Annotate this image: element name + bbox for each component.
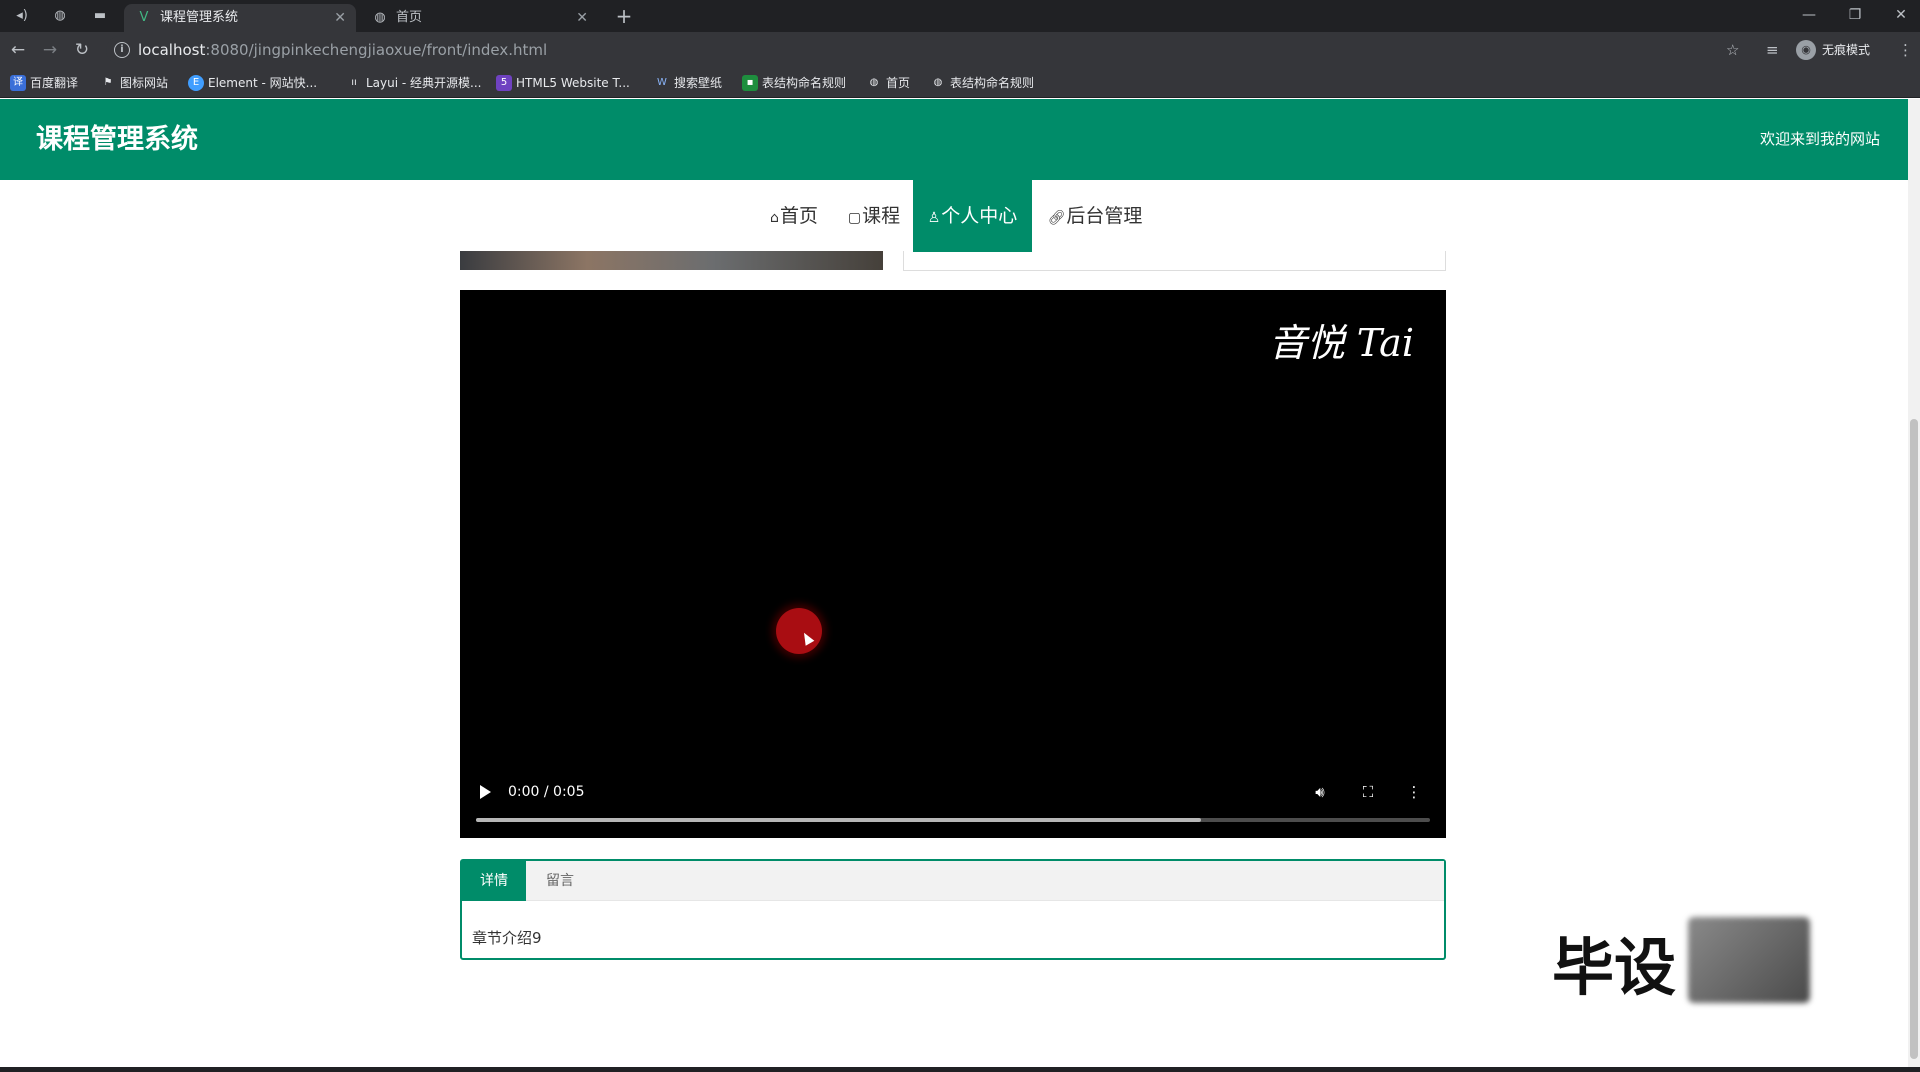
bookmark-label: 首页 [886,76,911,90]
bookmark-item[interactable]: W 搜索壁纸 [654,72,722,94]
url-path: :8080/jingpinkechengjiaoxue/front/index.… [205,41,548,59]
bookmark-label: 表结构命名规则 [950,76,1035,90]
bookmark-label: Layui - 经典开源模... [366,76,482,90]
site-header: 课程管理系统 欢迎来到我的网站 [0,99,1908,180]
tab-title: 首页 [396,10,423,25]
minimize-button[interactable]: — [1786,2,1832,28]
bookmarks-bar: 译百度翻译 ⚑ 图标网站 E Element - 网站快... ıı Layui - … [0,68,1920,98]
incognito-badge[interactable]: ◉ 无痕模式 [1796,36,1870,64]
volume-icon[interactable]: 🔊︎ [1308,780,1332,804]
tabs-header: 详情 留言 [462,861,1444,901]
web-page: 课程管理系统 欢迎来到我的网站 ⌂首页 ▢课程 ♙个人中心 🔗︎后台管理 音悦 … [0,99,1908,1067]
star-icon[interactable]: ☆ [1726,38,1739,62]
url-host: localhost [138,41,206,59]
translate-icon: 译 [10,75,26,91]
audio-icon[interactable]: ◂) [12,6,32,26]
video-watermark: 音悦 Tai [1268,321,1414,365]
page-scrollbar[interactable] [1908,99,1920,1067]
element-icon: E [188,75,204,91]
forward-button[interactable]: → [38,38,62,62]
bookmark-label: 百度翻译 [30,76,79,90]
incognito-icon: ◉ [1796,40,1816,60]
fullscreen-icon[interactable]: ⛶ [1356,780,1380,804]
layui-icon: ıı [351,77,357,88]
user-icon: ♙ [927,210,941,226]
video-player[interactable]: 音悦 Tai 0:00 / 0:05 🔊︎ ⛶ ⋮ [460,290,1446,838]
browser-tab-course-system[interactable]: V 课程管理系统 ✕ [124,4,356,32]
bookmark-label: 搜索壁纸 [674,76,723,90]
bookmark-item[interactable]: 译百度翻译 [10,72,78,94]
close-window-button[interactable]: ✕ [1878,2,1920,28]
bookmark-label: Element - 网站快... [208,76,318,90]
blurred-logo [1688,917,1810,1003]
globe-icon: ◍ [374,10,386,25]
globe-icon: ◍ [869,77,879,88]
tab-details[interactable]: 详情 [462,861,526,901]
back-button[interactable]: ← [6,38,30,62]
book-icon: ▢ [847,210,862,226]
address-bar[interactable]: i localhost:8080/jingpinkechengjiaoxue/f… [106,36,1766,64]
nav-item-home[interactable]: ⌂首页 [762,180,826,252]
course-info-box [903,251,1446,271]
tab-title: 课程管理系统 [160,10,239,25]
incognito-label: 无痕模式 [1822,43,1871,57]
vue-logo-icon: V [139,10,149,25]
html5-icon: 5 [496,75,512,91]
browser-tab-bar: ◂) ◍ ▬ V 课程管理系统 ✕ ◍ 首页 ✕ + — ❐ ✕ [0,0,1920,32]
nav-item-courses[interactable]: ▢课程 [842,180,906,252]
nav-label: 后台管理 [1066,205,1143,227]
play-button[interactable] [476,782,496,802]
close-icon[interactable]: ✕ [334,4,346,32]
globe-icon: ◍ [933,77,943,88]
nav-item-personal-center[interactable]: ♙个人中心 [913,180,1032,252]
course-cover-image [460,251,883,270]
nav-label: 首页 [779,205,818,227]
window-icon[interactable]: ▬ [90,6,110,26]
home-icon: ⌂ [770,210,779,226]
bookmark-label: 图标网站 [120,76,169,90]
nav-label: 课程 [862,205,901,227]
bookmark-item[interactable]: ıı Layui - 经典开源模... [346,72,481,94]
bookmark-item[interactable]: ▪ 表结构命名规则 [742,72,846,94]
restore-button[interactable]: ❐ [1832,2,1878,28]
reading-list-icon[interactable]: ≡ [1766,38,1779,62]
content-tabs: 详情 留言 章节介绍9 [460,859,1446,960]
close-icon[interactable]: ✕ [576,4,588,32]
table-icon: ▪ [742,75,758,91]
new-tab-button[interactable]: + [612,4,636,28]
welcome-text: 欢迎来到我的网站 [1759,130,1880,148]
bookmark-label: 表结构命名规则 [762,76,847,90]
nav-label: 个人中心 [941,205,1018,227]
browser-tab-home[interactable]: ◍ 首页 ✕ [360,4,598,32]
wallpaper-icon: W [657,77,667,88]
bottom-edge [0,1067,1920,1072]
url-text[interactable]: localhost:8080/jingpinkechengjiaoxue/fro… [138,36,547,64]
globe-icon[interactable]: ◍ [50,6,70,26]
more-options-icon[interactable]: ⋮ [1402,780,1426,804]
site-title: 课程管理系统 [36,124,198,155]
link-icon: 🔗︎ [1047,210,1066,226]
tab-comments[interactable]: 留言 [526,861,594,901]
video-progress-bar[interactable] [476,818,1430,822]
scrollbar-thumb[interactable] [1910,419,1918,1059]
chapter-intro-text: 章节介绍9 [472,929,542,947]
flag-icon: ⚑ [103,77,113,88]
menu-icon[interactable]: ⋮ [1898,38,1913,62]
overlay-watermark: 毕设 [1552,931,1677,1004]
bookmark-label: HTML5 Website T... [516,76,630,90]
bookmark-item[interactable]: ◍ 首页 [866,72,910,94]
mouse-cursor-highlight [776,608,822,654]
video-time: 0:00 / 0:05 [508,784,585,800]
bookmark-item[interactable]: ⚑ 图标网站 [100,72,169,94]
info-icon[interactable]: i [114,42,130,58]
bookmark-item[interactable]: E Element - 网站快... [188,72,317,94]
reload-button[interactable]: ↻ [70,38,94,62]
bookmark-item[interactable]: 5 HTML5 Website T... [496,72,630,94]
buffered-bar [476,818,1202,822]
browser-toolbar: ← → ↻ i localhost:8080/jingpinkechengjia… [0,32,1920,68]
video-controls: 0:00 / 0:05 🔊︎ ⛶ ⋮ [460,768,1446,838]
nav-item-admin[interactable]: 🔗︎后台管理 [1043,180,1147,252]
bookmark-item[interactable]: ◍ 表结构命名规则 [930,72,1034,94]
